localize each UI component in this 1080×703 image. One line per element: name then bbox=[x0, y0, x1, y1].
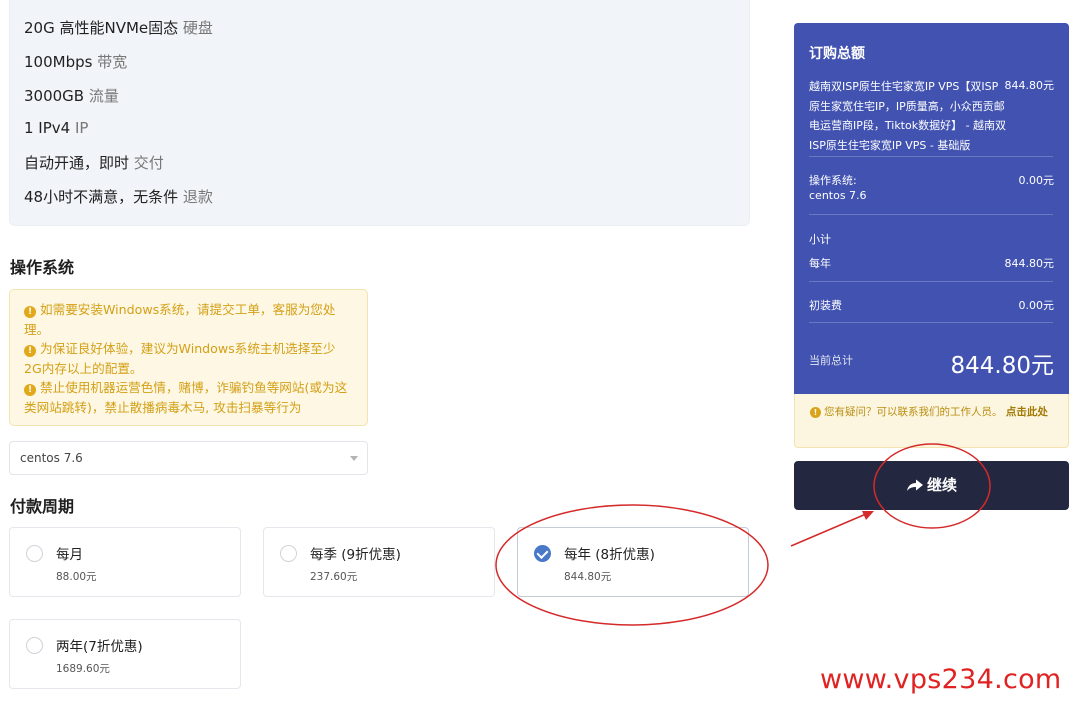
summary-subtotal-label: 小计 bbox=[809, 233, 831, 246]
summary-os-label: 操作系统: bbox=[809, 174, 857, 187]
help-link[interactable]: 点击此处 bbox=[1006, 406, 1048, 418]
billing-option-name: 两年(7折优惠) bbox=[56, 639, 143, 655]
exclamation-circle-icon: ! bbox=[24, 345, 36, 357]
billing-option-price: 844.80元 bbox=[564, 571, 612, 583]
billing-option-price: 1689.60元 bbox=[56, 663, 110, 675]
os-select-value: centos 7.6 bbox=[20, 451, 83, 465]
summary-os-price: 0.00元 bbox=[1018, 174, 1055, 187]
billing-option-biennial[interactable]: 两年(7折优惠) 1689.60元 bbox=[9, 619, 241, 689]
caret-down-icon bbox=[350, 456, 358, 461]
billing-option-yearly[interactable]: 每年 (8折优惠) 844.80元 bbox=[517, 527, 749, 597]
check-icon[interactable] bbox=[534, 545, 551, 562]
billing-option-name: 每年 (8折优惠) bbox=[564, 547, 655, 563]
help-box: ! 您有疑问？可以联系我们的工作人员。 点击此处 bbox=[794, 394, 1069, 448]
summary-product-name: 越南双ISP原生住宅家宽IP VPS【双ISP原生家宽住宅IP，IP质量高，小众… bbox=[809, 80, 1007, 152]
feature-ip: 1 IPv4 IP bbox=[24, 119, 89, 137]
divider bbox=[809, 322, 1053, 323]
continue-button[interactable]: 继续 bbox=[794, 461, 1069, 510]
features-box: 20G 高性能NVMe固态 硬盘 100Mbps 带宽 3000GB 流量 1 … bbox=[9, 0, 750, 226]
billing-option-name: 每月 bbox=[56, 547, 83, 563]
billing-option-price: 237.60元 bbox=[310, 571, 358, 583]
radio-button[interactable] bbox=[280, 545, 297, 562]
help-text: 您有疑问？可以联系我们的工作人员。 bbox=[824, 406, 1003, 418]
exclamation-circle-icon: ! bbox=[810, 407, 821, 418]
exclamation-circle-icon: ! bbox=[24, 306, 36, 318]
summary-total-label: 当前总计 bbox=[809, 354, 853, 367]
radio-button[interactable] bbox=[26, 637, 43, 654]
summary-yearly-price: 844.80元 bbox=[1004, 257, 1055, 270]
divider bbox=[809, 281, 1053, 282]
summary-setup-label: 初装费 bbox=[809, 299, 842, 312]
os-select[interactable]: centos 7.6 bbox=[9, 441, 368, 475]
summary-product-price: 844.80元 bbox=[1004, 79, 1055, 92]
divider bbox=[809, 214, 1053, 215]
billing-option-price: 88.00元 bbox=[56, 571, 97, 583]
summary-total: 844.80元 bbox=[950, 353, 1054, 379]
continue-label: 继续 bbox=[926, 476, 957, 494]
feature-disk: 20G 高性能NVMe固态 硬盘 bbox=[24, 19, 213, 37]
summary-os-value: centos 7.6 bbox=[809, 189, 867, 202]
alert-line: ! 如需要安装Windows系统，请提交工单，客服为您处理。 bbox=[24, 302, 336, 337]
summary-yearly-label: 每年 bbox=[809, 257, 831, 270]
summary-setup-price: 0.00元 bbox=[1018, 299, 1055, 312]
share-arrow-icon bbox=[906, 479, 923, 491]
feature-bandwidth: 100Mbps 带宽 bbox=[24, 53, 128, 71]
annotation-arrow-head bbox=[862, 511, 874, 520]
billing-section-title: 付款周期 bbox=[10, 497, 75, 516]
billing-option-monthly[interactable]: 每月 88.00元 bbox=[9, 527, 241, 597]
feature-refund: 48小时不满意，无条件 退款 bbox=[24, 188, 213, 206]
alert-line: ! 为保证良好体验，建议为Windows系统主机选择至少2G内存以上的配置。 bbox=[24, 341, 336, 376]
feature-traffic: 3000GB 流量 bbox=[24, 87, 119, 105]
watermark: www.vps234.com bbox=[820, 664, 1062, 695]
alert-line: ! 禁止使用机器运营色情，赌博，诈骗钓鱼等网站(或为这类网站跳转)，禁止散播病毒木… bbox=[24, 380, 348, 415]
order-summary: 订购总额 越南双ISP原生住宅家宽IP VPS【双ISP原生家宽住宅IP，IP质… bbox=[794, 23, 1069, 394]
radio-button[interactable] bbox=[26, 545, 43, 562]
annotation-arrow-line bbox=[790, 513, 867, 547]
os-section-title: 操作系统 bbox=[10, 258, 75, 277]
os-alert: ! 如需要安装Windows系统，请提交工单，客服为您处理。 ! 为保证良好体验，建… bbox=[9, 289, 368, 426]
billing-option-quarterly[interactable]: 每季 (9折优惠) 237.60元 bbox=[263, 527, 495, 597]
billing-option-name: 每季 (9折优惠) bbox=[310, 547, 401, 563]
feature-delivery: 自动开通，即时 交付 bbox=[24, 154, 164, 172]
summary-title: 订购总额 bbox=[809, 46, 865, 62]
divider bbox=[809, 156, 1053, 157]
exclamation-circle-icon: ! bbox=[24, 384, 36, 396]
